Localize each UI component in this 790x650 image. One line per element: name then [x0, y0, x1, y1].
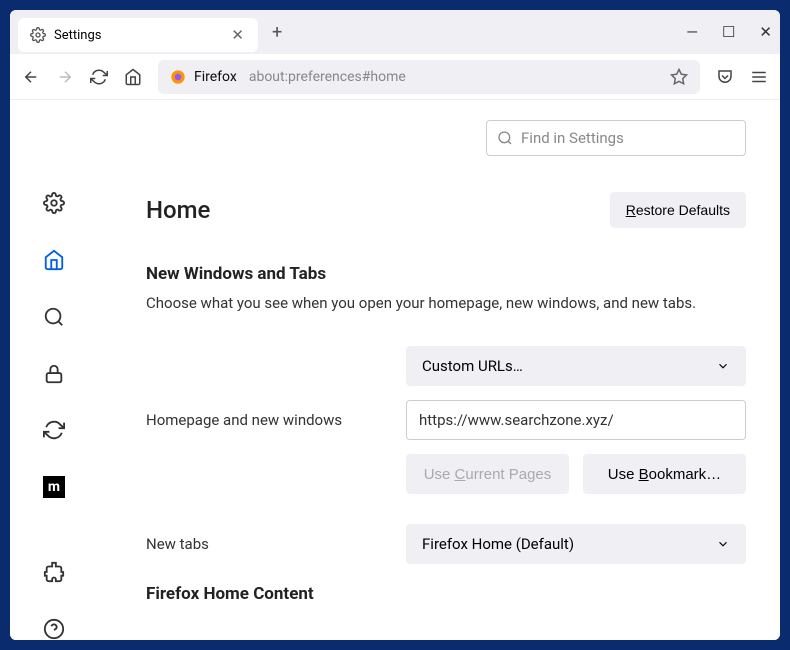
homepage-url-input[interactable]: https://www.searchzone.xyz/ [406, 400, 746, 440]
settings-sidebar: m [10, 100, 98, 640]
urlbar-url: about:preferences#home [249, 69, 406, 85]
back-button[interactable] [22, 68, 40, 86]
forward-button [56, 68, 74, 86]
tab-label: Settings [54, 28, 101, 43]
newtabs-select[interactable]: Firefox Home (Default) [406, 524, 746, 564]
gear-icon [30, 27, 46, 43]
section-new-windows-tabs-title: New Windows and Tabs [146, 264, 746, 284]
page-title: Home [146, 196, 210, 224]
use-current-pages-button: Use Current Pages [406, 454, 569, 494]
bookmark-star-icon[interactable] [670, 68, 688, 86]
use-bookmark-button[interactable]: Use Bookmark… [583, 454, 746, 494]
section-firefox-home-content-title: Firefox Home Content [146, 584, 746, 604]
sidebar-item-privacy[interactable] [41, 362, 67, 385]
urlbar[interactable]: Firefox about:preferences#home [158, 60, 700, 94]
close-tab-icon[interactable]: ✕ [229, 26, 246, 44]
sidebar-item-home[interactable] [41, 249, 67, 272]
maximize-button[interactable]: ☐ [722, 23, 735, 41]
search-placeholder: Find in Settings [521, 129, 624, 147]
mozilla-icon: m [43, 476, 65, 498]
new-tab-button[interactable]: + [272, 22, 282, 43]
sidebar-item-support[interactable] [41, 617, 67, 640]
minimize-button[interactable]: — [686, 23, 698, 41]
sidebar-item-more-mozilla[interactable]: m [41, 476, 67, 499]
newtabs-label: New tabs [146, 535, 386, 553]
pocket-icon[interactable] [716, 68, 734, 86]
restore-defaults-button[interactable]: Restore Defaults [610, 192, 746, 228]
chevron-down-icon [716, 537, 730, 551]
navbar: Firefox about:preferences#home [10, 54, 780, 100]
sidebar-item-extensions[interactable] [41, 561, 67, 584]
sidebar-item-search[interactable] [41, 306, 67, 329]
homepage-select[interactable]: Custom URLs… [406, 346, 746, 386]
section-description: Choose what you see when you open your h… [146, 294, 746, 312]
urlbar-brand: Firefox [194, 69, 237, 85]
sidebar-item-sync[interactable] [41, 419, 67, 442]
homepage-label: Homepage and new windows [146, 411, 386, 429]
search-icon [497, 130, 513, 146]
sidebar-item-general[interactable] [41, 192, 67, 215]
titlebar: Settings ✕ + — ☐ ✕ [10, 10, 780, 54]
settings-main: Find in Settings Home Restore Defaults N… [98, 100, 780, 640]
close-window-button[interactable]: ✕ [759, 23, 772, 41]
newtabs-select-label: Firefox Home (Default) [422, 535, 574, 553]
menu-button[interactable] [750, 68, 768, 86]
chevron-down-icon [716, 359, 730, 373]
home-button[interactable] [124, 68, 142, 86]
firefox-icon [170, 69, 186, 85]
homepage-select-label: Custom URLs… [422, 357, 523, 375]
homepage-url-value: https://www.searchzone.xyz/ [419, 411, 614, 429]
tab-settings[interactable]: Settings ✕ [18, 18, 258, 52]
reload-button[interactable] [90, 68, 108, 86]
search-settings-input[interactable]: Find in Settings [486, 120, 746, 156]
